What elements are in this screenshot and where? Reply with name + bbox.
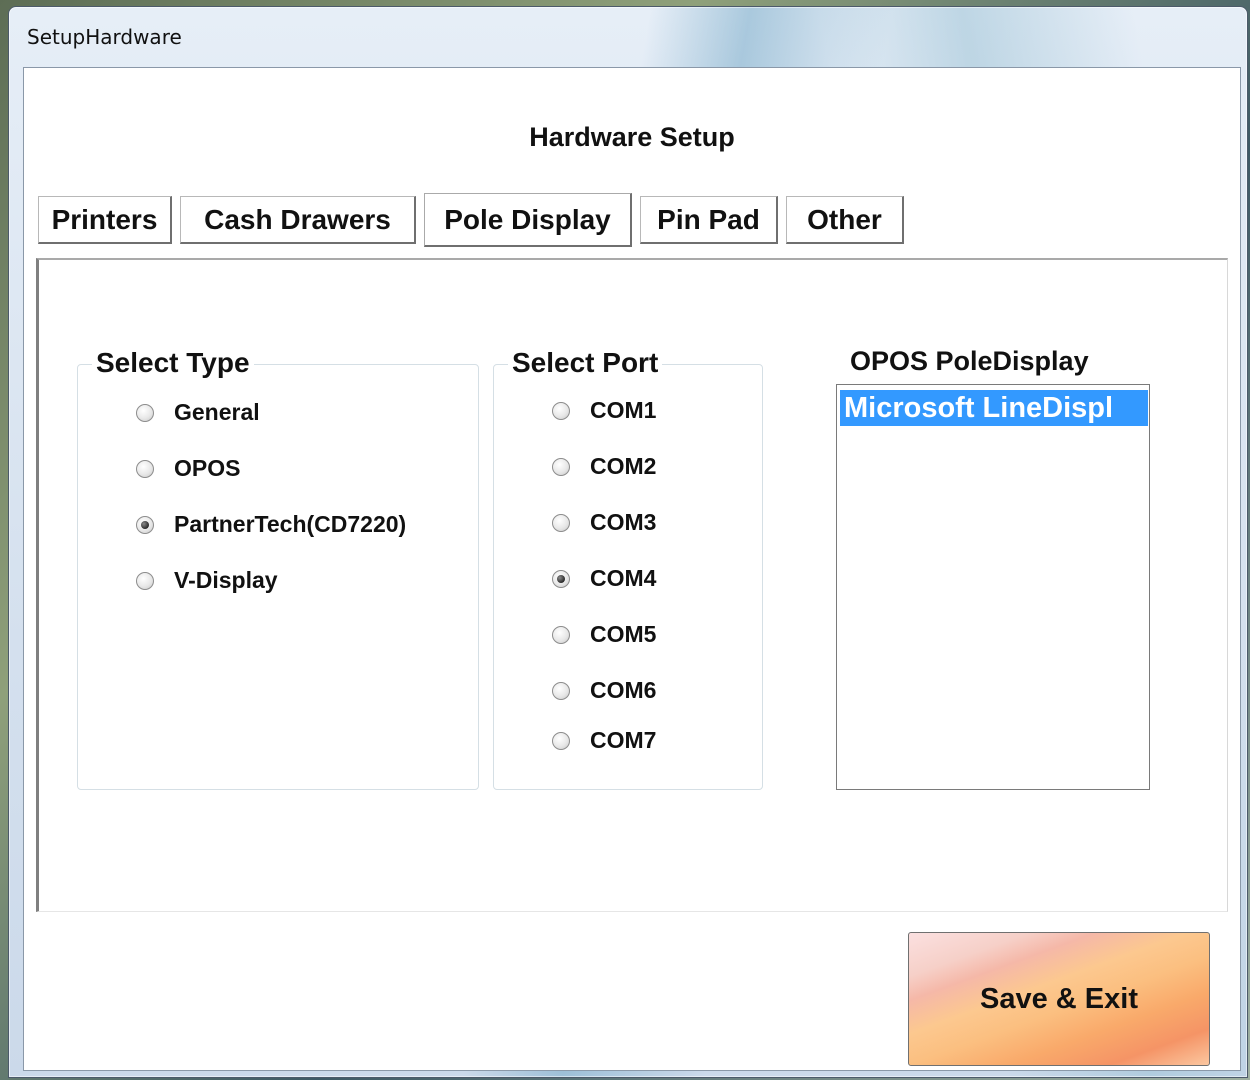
port-option-com2[interactable]: COM2 [552, 453, 656, 480]
radio-button[interactable] [552, 731, 570, 750]
radio-button[interactable] [552, 513, 570, 532]
type-option-general[interactable]: General [136, 399, 260, 426]
port-option-label: COM7 [590, 727, 657, 753]
port-option-com3[interactable]: COM3 [552, 509, 656, 536]
select-type-title: Select Type [92, 347, 254, 379]
radio-button-checked[interactable] [552, 569, 570, 588]
radio-button[interactable] [552, 401, 570, 420]
select-port-group: Select Port COM1 COM2 COM3 COM4 COM5 COM… [493, 347, 763, 790]
type-option-label: PartnerTech(CD7220) [174, 511, 407, 537]
port-option-label: COM3 [590, 509, 657, 535]
radio-button-checked[interactable] [136, 515, 154, 534]
opos-pole-display-listbox[interactable]: Microsoft LineDispl [836, 384, 1150, 790]
type-option-partnertech[interactable]: PartnerTech(CD7220) [136, 511, 406, 538]
type-option-label: V-Display [174, 567, 278, 593]
form-heading: Hardware Setup [529, 122, 735, 152]
opos-pole-display-title: OPOS PoleDisplay [850, 346, 1089, 376]
radio-button[interactable] [136, 403, 154, 422]
type-option-opos[interactable]: OPOS [136, 455, 240, 482]
port-option-com7[interactable]: COM7 [552, 727, 656, 754]
radio-button[interactable] [552, 681, 570, 700]
type-option-v-display[interactable]: V-Display [136, 567, 278, 594]
select-type-group: Select Type General OPOS PartnerTech(CD7… [77, 347, 479, 790]
select-port-title: Select Port [508, 347, 663, 379]
port-option-com1[interactable]: COM1 [552, 397, 656, 424]
port-option-label: COM1 [590, 397, 657, 423]
list-item-selected[interactable]: Microsoft LineDispl [840, 390, 1148, 426]
tab-pin-pad[interactable]: Pin Pad [640, 196, 778, 244]
type-option-label: General [174, 399, 260, 425]
port-option-com6[interactable]: COM6 [552, 677, 656, 704]
tab-other[interactable]: Other [786, 196, 904, 244]
save-exit-button[interactable]: Save & Exit [908, 932, 1210, 1066]
port-option-label: COM5 [590, 621, 657, 647]
window-client-area: Hardware Setup Printers Cash Drawers Pol… [23, 67, 1241, 1071]
title-bar[interactable]: SetupHardware [9, 7, 1247, 67]
tab-cash-drawers[interactable]: Cash Drawers [180, 196, 416, 244]
port-option-label: COM6 [590, 677, 657, 703]
radio-button[interactable] [552, 625, 570, 644]
tab-pole-display[interactable]: Pole Display [424, 193, 632, 247]
port-option-label: COM4 [590, 565, 657, 591]
port-option-com5[interactable]: COM5 [552, 621, 656, 648]
port-option-com4[interactable]: COM4 [552, 565, 656, 592]
setup-hardware-window: SetupHardware Hardware Setup Printers Ca… [8, 6, 1248, 1078]
tab-printers[interactable]: Printers [38, 196, 172, 244]
type-option-label: OPOS [174, 455, 241, 481]
radio-button[interactable] [136, 459, 154, 478]
radio-button[interactable] [552, 457, 570, 476]
port-option-label: COM2 [590, 453, 657, 479]
radio-button[interactable] [136, 571, 154, 590]
window-title: SetupHardware [27, 25, 182, 49]
